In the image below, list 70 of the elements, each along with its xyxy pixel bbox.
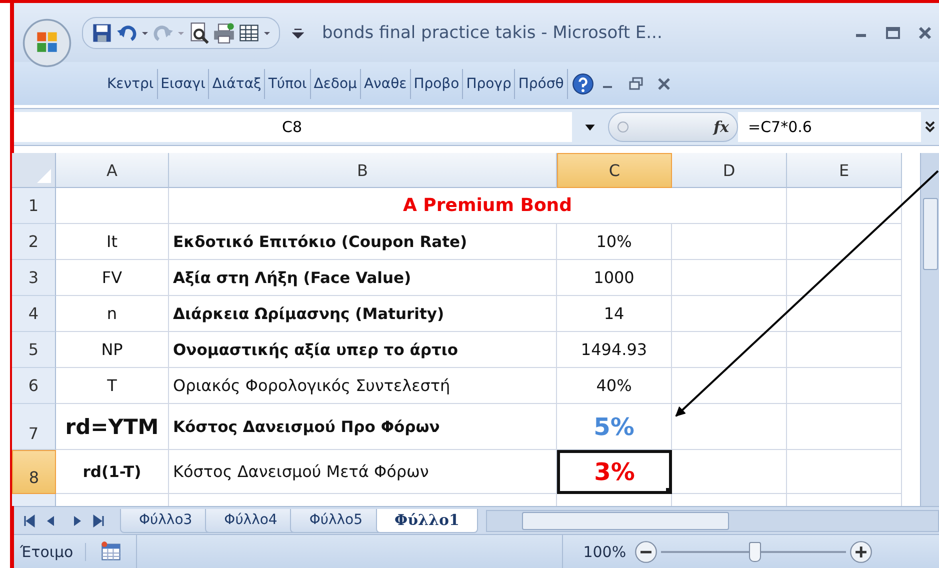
office-button-icon[interactable] bbox=[22, 18, 72, 68]
table-title: A Premium Bond bbox=[169, 188, 787, 224]
customize-menu-icon[interactable] bbox=[292, 26, 304, 38]
restore-icon[interactable] bbox=[628, 76, 644, 92]
ribbon-tab[interactable]: Τύποι bbox=[265, 68, 311, 98]
sheet-tab[interactable]: Φύλλο1 bbox=[376, 508, 478, 532]
ribbon-tab[interactable]: Προβο bbox=[410, 68, 464, 98]
resize-handle-icon[interactable] bbox=[617, 121, 629, 133]
close-icon[interactable] bbox=[917, 24, 933, 40]
row-header[interactable]: 3 bbox=[12, 260, 56, 296]
spreadsheet-icon[interactable] bbox=[100, 540, 122, 562]
table-cell: Διάρκεια Ωρίμασνης (Maturity) bbox=[169, 296, 557, 332]
table-cell: NP bbox=[56, 332, 169, 368]
corner-triangle-icon bbox=[37, 169, 51, 183]
row-header[interactable]: 6 bbox=[12, 368, 56, 404]
save-icon[interactable] bbox=[91, 22, 113, 44]
maximize-icon[interactable] bbox=[885, 24, 901, 40]
column-header[interactable]: A bbox=[56, 153, 169, 188]
table-cell: Κόστος Δανεισμού Μετά Φόρων bbox=[169, 450, 557, 494]
row-header[interactable]: 4 bbox=[12, 296, 56, 332]
row-header[interactable]: 5 bbox=[12, 332, 56, 368]
table-cell: 5% bbox=[557, 404, 672, 450]
table-cell: T bbox=[56, 368, 169, 404]
table-cell: FV bbox=[56, 260, 169, 296]
ribbon-tab[interactable]: Προγρ bbox=[463, 68, 516, 98]
help-icon[interactable] bbox=[572, 72, 594, 94]
row-header[interactable]: 1 bbox=[12, 188, 56, 224]
table-cell: Εκδοτικό Επιτόκιο (Coupon Rate) bbox=[169, 224, 557, 260]
table-cell: It bbox=[56, 224, 169, 260]
table-cell: 1494.93 bbox=[557, 332, 672, 368]
formula-field[interactable]: =C7*0.6 bbox=[738, 112, 921, 142]
ribbon-tab[interactable]: Αναθε bbox=[360, 68, 411, 98]
ribbon-tab[interactable]: Διάταξ bbox=[209, 68, 266, 98]
table-cell: rd=YTM bbox=[56, 404, 169, 450]
zoom-out-icon[interactable] bbox=[634, 540, 658, 564]
horizontal-scrollbar[interactable] bbox=[486, 510, 939, 532]
table-cell: 1000 bbox=[557, 260, 672, 296]
table-cell: 3% bbox=[557, 450, 672, 494]
close-icon[interactable] bbox=[656, 76, 672, 92]
ribbon-tab[interactable]: Δεδομ bbox=[310, 68, 361, 98]
table-cell: Κόστος Δανεισμού Προ Φόρων bbox=[169, 404, 557, 450]
table-cell: Αξία στη Λήξη (Face Value) bbox=[169, 260, 557, 296]
table-cell: Οριακός Φορολογικός Συντελεστή bbox=[169, 368, 557, 404]
row-header[interactable]: 7 bbox=[12, 404, 56, 450]
vertical-scrollbar[interactable] bbox=[920, 153, 939, 506]
column-header[interactable]: D bbox=[672, 153, 787, 188]
zoom-slider-thumb[interactable] bbox=[748, 542, 761, 562]
column-header[interactable]: C bbox=[557, 153, 672, 188]
print-preview-icon[interactable] bbox=[188, 22, 210, 44]
sheet-navigation-icon[interactable] bbox=[22, 514, 106, 528]
table-cell: Ονομαστικής αξία υπερ το άρτιο bbox=[169, 332, 557, 368]
window-title: bonds final practice takis - Microsoft E... bbox=[322, 22, 664, 42]
row-header[interactable]: 2 bbox=[12, 224, 56, 260]
row-header[interactable]: 8 bbox=[12, 450, 56, 494]
insert-function-button[interactable]: fx bbox=[714, 118, 729, 136]
table-cell: n bbox=[56, 296, 169, 332]
name-box[interactable]: C8 bbox=[12, 112, 572, 142]
zoom-level[interactable]: 100% bbox=[583, 542, 626, 560]
table-cell: 14 bbox=[557, 296, 672, 332]
status-text: Έτοιμο bbox=[12, 542, 86, 560]
table-cell: 40% bbox=[557, 368, 672, 404]
ribbon-tab[interactable]: Πρόσθ bbox=[515, 68, 568, 98]
printer-icon[interactable] bbox=[213, 22, 235, 44]
table-cell: 10% bbox=[557, 224, 672, 260]
column-header[interactable]: B bbox=[169, 153, 557, 188]
zoom-in-icon[interactable] bbox=[849, 540, 874, 564]
column-header[interactable]: E bbox=[787, 153, 902, 188]
ribbon-tab[interactable]: Κεντρι bbox=[104, 68, 158, 98]
ribbon-tab[interactable]: Εισαγι bbox=[158, 68, 210, 98]
table-cell: rd(1-T) bbox=[56, 450, 169, 494]
